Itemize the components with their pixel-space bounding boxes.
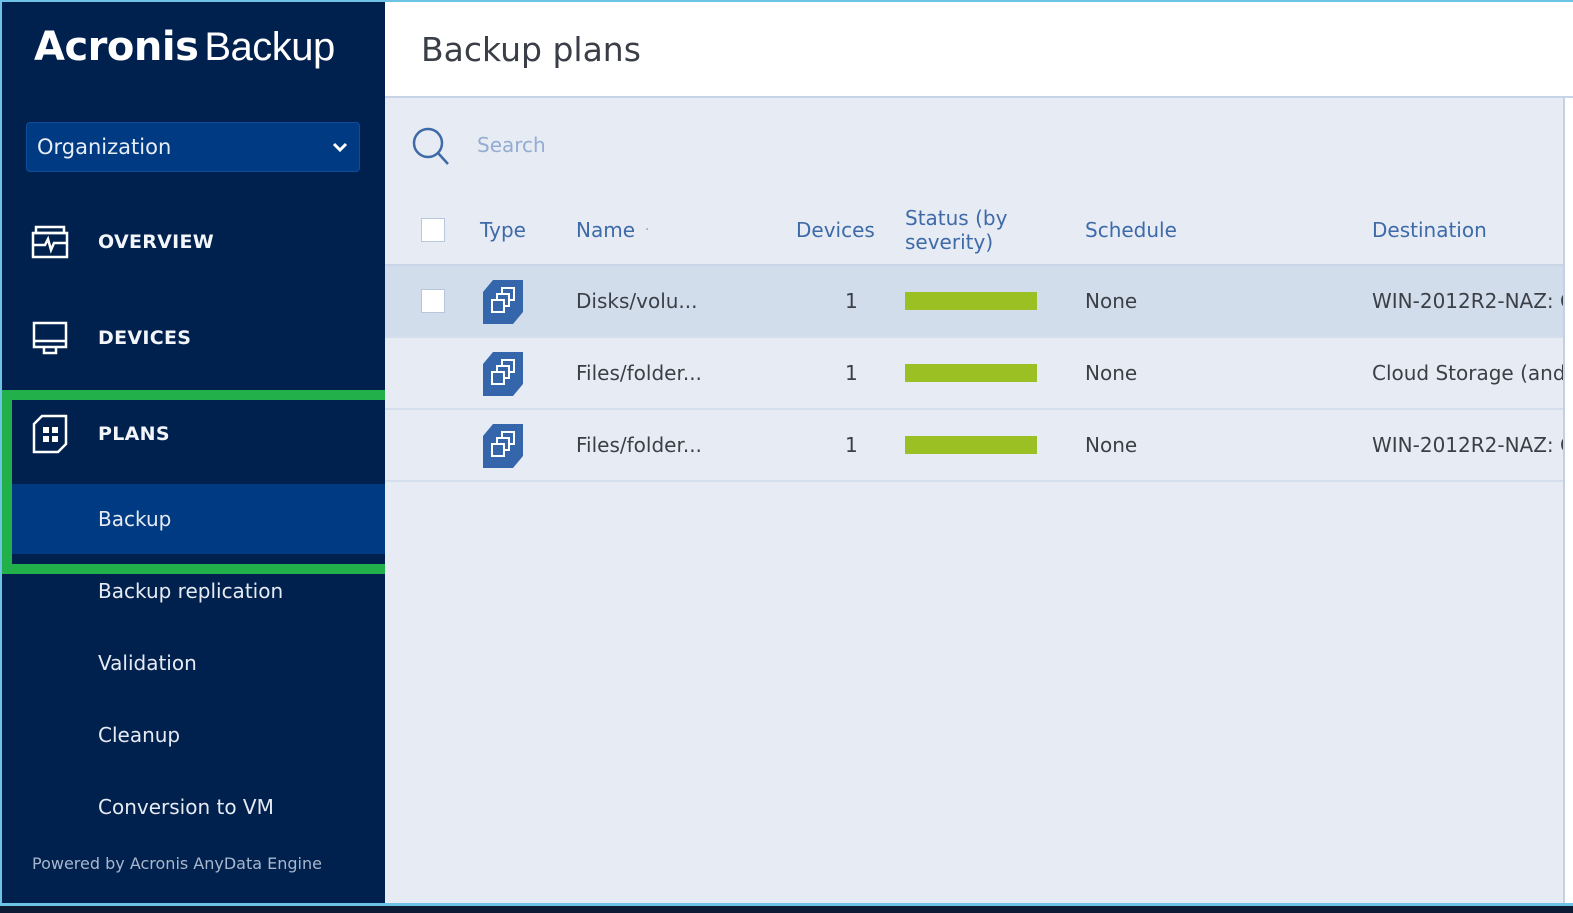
sidebar-subitem-cleanup[interactable]: Cleanup <box>2 700 385 770</box>
app-logo: Acronis Backup <box>34 24 335 70</box>
search-bar <box>385 98 1565 196</box>
cell-name: Files/folder... <box>576 361 702 385</box>
column-header-type[interactable]: Type <box>480 218 526 242</box>
column-header-status[interactable]: Status (by severity) <box>905 206 1007 254</box>
chevron-down-icon <box>331 138 349 156</box>
monitor-icon <box>30 318 70 358</box>
cell-devices: 1 <box>845 433 858 457</box>
sidebar-subitem-label: Backup <box>98 507 172 531</box>
sidebar-item-label: OVERVIEW <box>98 231 215 253</box>
page-header: Backup plans <box>385 2 1573 98</box>
cell-devices: 1 <box>845 289 858 313</box>
backup-plan-icon <box>483 424 523 468</box>
main-content: Backup plans Type Name · Devices Status … <box>385 2 1573 903</box>
cell-schedule: None <box>1085 433 1138 457</box>
powered-by-footer: Powered by Acronis AnyData Engine <box>32 854 322 873</box>
sidebar-item-devices[interactable]: DEVICES <box>2 298 385 378</box>
sort-indicator-icon: · <box>645 222 650 238</box>
sidebar-subitem-backup-replication[interactable]: Backup replication <box>2 556 385 626</box>
sidebar-subitem-label: Backup replication <box>98 579 284 603</box>
column-header-status-line2: severity) <box>905 230 994 254</box>
backup-plans-table: Type Name · Devices Status (by severity)… <box>385 196 1563 482</box>
cell-destination: WIN-2012R2-NAZ: C <box>1372 433 1563 457</box>
logo-brand: Acronis <box>34 24 199 70</box>
table-row[interactable]: Disks/volu... 1 None WIN-2012R2-NAZ: C <box>385 266 1563 338</box>
sidebar-subitem-label: Cleanup <box>98 723 181 747</box>
table-row[interactable]: Files/folder... 1 None WIN-2012R2-NAZ: C <box>385 410 1563 482</box>
sidebar-subitem-conversion-to-vm[interactable]: Conversion to VM <box>2 772 385 842</box>
backup-plan-icon <box>483 352 523 396</box>
cell-name: Disks/volu... <box>576 289 698 313</box>
cell-name: Files/folder... <box>576 433 702 457</box>
right-panel-edge <box>1565 98 1573 903</box>
page-title: Backup plans <box>421 30 641 69</box>
sidebar-subitem-backup[interactable]: Backup <box>2 484 385 554</box>
taskbar-edge <box>0 903 1573 913</box>
backup-plan-icon <box>483 280 523 324</box>
logo-product: Backup <box>204 25 335 69</box>
plans-grid-icon <box>30 414 70 454</box>
sidebar-subitem-label: Validation <box>98 651 197 675</box>
cell-schedule: None <box>1085 289 1138 313</box>
search-input[interactable] <box>477 128 1077 162</box>
column-header-destination[interactable]: Destination <box>1372 218 1487 242</box>
table-header: Type Name · Devices Status (by severity)… <box>385 196 1563 266</box>
cell-destination: Cloud Storage (andr <box>1372 361 1563 385</box>
column-header-schedule[interactable]: Schedule <box>1085 218 1177 242</box>
search-icon[interactable] <box>411 126 451 166</box>
sidebar-subitem-validation[interactable]: Validation <box>2 628 385 698</box>
select-all-checkbox[interactable] <box>421 218 445 242</box>
status-bar-ok <box>905 436 1037 454</box>
cell-schedule: None <box>1085 361 1138 385</box>
column-header-status-line1: Status (by <box>905 206 1008 230</box>
column-header-devices[interactable]: Devices <box>796 218 875 242</box>
status-bar-ok <box>905 364 1037 382</box>
sidebar-subitem-label: Conversion to VM <box>98 795 274 819</box>
sidebar-item-label: PLANS <box>98 423 170 445</box>
table-row[interactable]: Files/folder... 1 None Cloud Storage (an… <box>385 338 1563 410</box>
sidebar-item-overview[interactable]: OVERVIEW <box>2 202 385 282</box>
cell-devices: 1 <box>845 361 858 385</box>
organization-select-value: Organization <box>37 135 172 159</box>
sidebar-item-plans[interactable]: PLANS <box>2 394 385 474</box>
row-checkbox[interactable] <box>421 289 445 313</box>
sidebar: Acronis Backup Organization OVERVIEW DEVI… <box>2 2 385 903</box>
status-bar-ok <box>905 292 1037 310</box>
cell-destination: WIN-2012R2-NAZ: C <box>1372 289 1563 313</box>
column-header-name[interactable]: Name <box>576 218 635 242</box>
overview-pulse-icon <box>30 222 70 262</box>
sidebar-item-label: DEVICES <box>98 327 192 349</box>
organization-select[interactable]: Organization <box>26 122 360 172</box>
